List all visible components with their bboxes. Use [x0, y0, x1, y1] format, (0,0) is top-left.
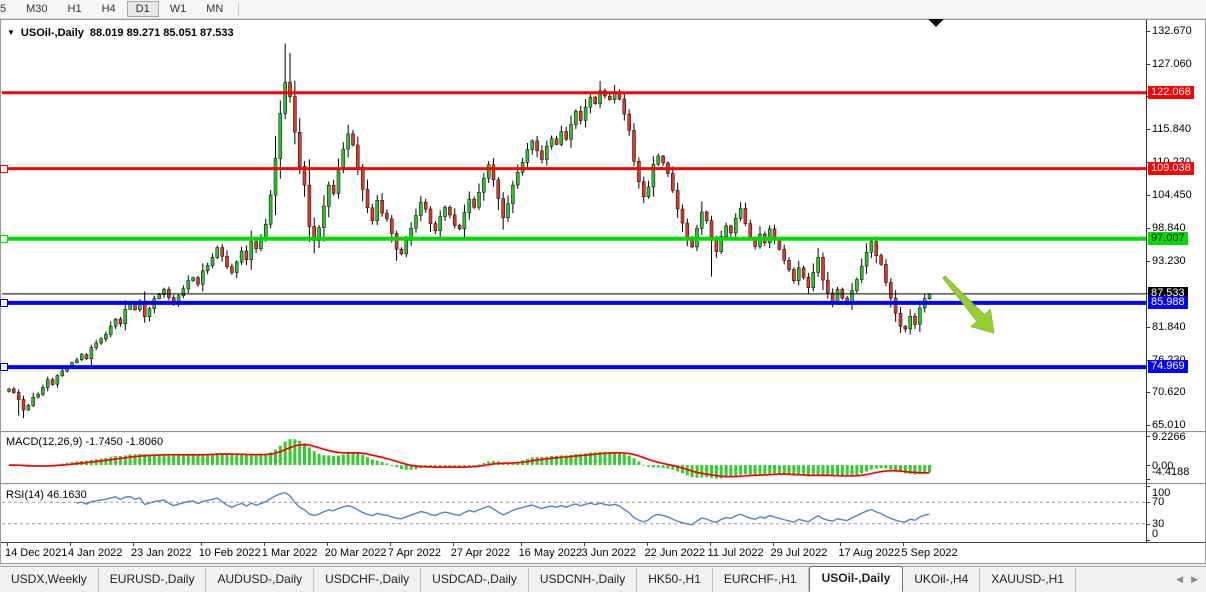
timeframe-button-d1[interactable]: D1	[127, 1, 159, 17]
symbol-tab-eurusd-daily[interactable]: EURUSD-,Daily	[99, 568, 207, 592]
pane-splitter-1-highlight	[1, 432, 1205, 433]
symbol-tab-usdcnh-daily[interactable]: USDCNH-,Daily	[529, 568, 637, 592]
main-price-pane[interactable]	[2, 21, 1146, 431]
symbol-tab-usoil-daily[interactable]: USOil-,Daily	[809, 566, 904, 592]
chart-ohlc-values: 88.019 89.271 85.051 87.533	[90, 27, 234, 39]
chart-shift-marker[interactable]	[928, 19, 944, 27]
symbol-tab-audusd-daily[interactable]: AUDUSD-,Daily	[206, 568, 314, 592]
pane-splitter-2-highlight	[1, 484, 1205, 485]
rsi-pane[interactable]	[2, 486, 1146, 540]
symbol-tab-usdcad-daily[interactable]: USDCAD-,Daily	[421, 568, 529, 592]
chart-title: ▼ USOil-,Daily 88.019 89.271 85.051 87.5…	[7, 27, 234, 39]
tab-scroll-right-icon[interactable]: ▶	[1191, 574, 1198, 585]
macd-signal-line	[9, 445, 930, 477]
symbol-tab-hk50-h1[interactable]: HK50-,H1	[637, 568, 713, 592]
timeframe-button-mn[interactable]: MN	[197, 1, 232, 17]
symbol-tab-ukoil-h4[interactable]: UKOil-,H4	[903, 568, 980, 592]
symbol-tab-xauusd-h1[interactable]: XAUUSD-,H1	[980, 568, 1076, 592]
toolbar-separator	[238, 3, 239, 16]
tab-scroll-arrows: ◀▶	[1176, 574, 1206, 592]
chart-dropdown-icon[interactable]: ▼	[7, 28, 15, 37]
price-axis-line	[1146, 20, 1147, 542]
symbol-tab-usdx-weekly[interactable]: USDX,Weekly	[0, 568, 99, 592]
timeframe-toolbar: 5M30H1H4D1W1MN	[0, 0, 1206, 19]
symbol-tab-usdchf-daily[interactable]: USDCHF-,Daily	[314, 568, 421, 592]
timeframe-button-5[interactable]: 5	[0, 1, 15, 17]
timeframe-button-h1[interactable]: H1	[59, 1, 91, 17]
macd-pane[interactable]	[2, 434, 1146, 481]
tab-scroll-left-icon[interactable]: ◀	[1176, 574, 1183, 585]
symbol-tabbar: USDX,WeeklyEURUSD-,DailyAUDUSD-,DailyUSD…	[0, 566, 1206, 592]
timeframe-button-w1[interactable]: W1	[161, 1, 196, 17]
timeframe-button-h4[interactable]: H4	[93, 1, 125, 17]
symbol-tab-eurchf-h1[interactable]: EURCHF-,H1	[713, 568, 809, 592]
candlestick-series	[8, 44, 932, 419]
timeframe-button-m30[interactable]: M30	[17, 1, 56, 17]
rsi-line	[77, 493, 930, 525]
chart-symbol-label: USOil-,Daily	[21, 27, 84, 39]
macd-indicator-label: MACD(12,26,9) -1.7450 -1.8060	[6, 436, 163, 448]
time-axis-line	[1, 542, 1205, 543]
rsi-indicator-label: RSI(14) 46.1630	[6, 489, 87, 501]
